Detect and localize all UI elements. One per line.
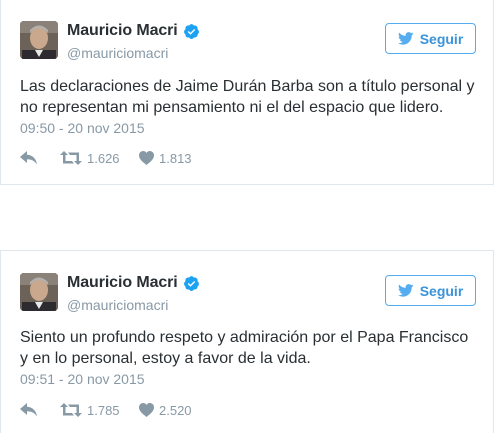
tweet-actions: 1.626 1.813 — [20, 149, 192, 167]
author-name[interactable]: Mauricio Macri — [67, 274, 178, 292]
reply-icon — [20, 403, 37, 417]
follow-button[interactable]: Seguir — [385, 23, 476, 54]
tweet-timestamp[interactable]: 09:51 - 20 nov 2015 — [20, 371, 145, 387]
avatar[interactable] — [20, 21, 58, 59]
like-count: 1.813 — [159, 150, 192, 166]
retweet-icon — [60, 151, 82, 165]
author-handle[interactable]: @mauriciomacri — [67, 297, 168, 313]
tweet-actions: 1.785 2.520 — [20, 401, 192, 419]
reply-icon — [20, 151, 37, 165]
twitter-bird-icon — [397, 32, 414, 45]
follow-button[interactable]: Seguir — [385, 275, 476, 306]
verified-badge-icon — [183, 23, 200, 40]
like-button[interactable]: 2.520 — [139, 403, 192, 418]
reply-button[interactable] — [20, 403, 60, 417]
like-count: 2.520 — [159, 402, 192, 418]
heart-icon — [139, 403, 154, 417]
avatar[interactable] — [20, 273, 58, 311]
author-row: Mauricio Macri — [67, 22, 200, 40]
like-button[interactable]: 1.813 — [139, 151, 192, 166]
heart-icon — [139, 151, 154, 165]
retweet-button[interactable]: 1.626 — [60, 151, 139, 166]
author-row: Mauricio Macri — [67, 274, 200, 292]
tweet-card: Mauricio Macri @mauriciomacri Seguir Sie… — [0, 250, 494, 433]
tweet-card: Mauricio Macri @mauriciomacri Seguir Las… — [0, 0, 494, 185]
twitter-bird-icon — [397, 284, 414, 297]
author-name[interactable]: Mauricio Macri — [67, 22, 178, 40]
tweet-timestamp[interactable]: 09:50 - 20 nov 2015 — [20, 120, 145, 136]
retweet-count: 1.785 — [87, 402, 120, 418]
reply-button[interactable] — [20, 151, 60, 165]
author-handle[interactable]: @mauriciomacri — [67, 45, 168, 61]
tweet-text: Las declaraciones de Jaime Durán Barba s… — [20, 78, 475, 116]
retweet-count: 1.626 — [87, 150, 120, 166]
verified-badge-icon — [183, 275, 200, 292]
follow-label: Seguir — [419, 30, 464, 47]
retweet-button[interactable]: 1.785 — [60, 403, 139, 418]
retweet-icon — [60, 403, 82, 417]
follow-label: Seguir — [419, 282, 464, 299]
tweet-text: Siento un profundo respeto y admiración … — [20, 329, 469, 367]
